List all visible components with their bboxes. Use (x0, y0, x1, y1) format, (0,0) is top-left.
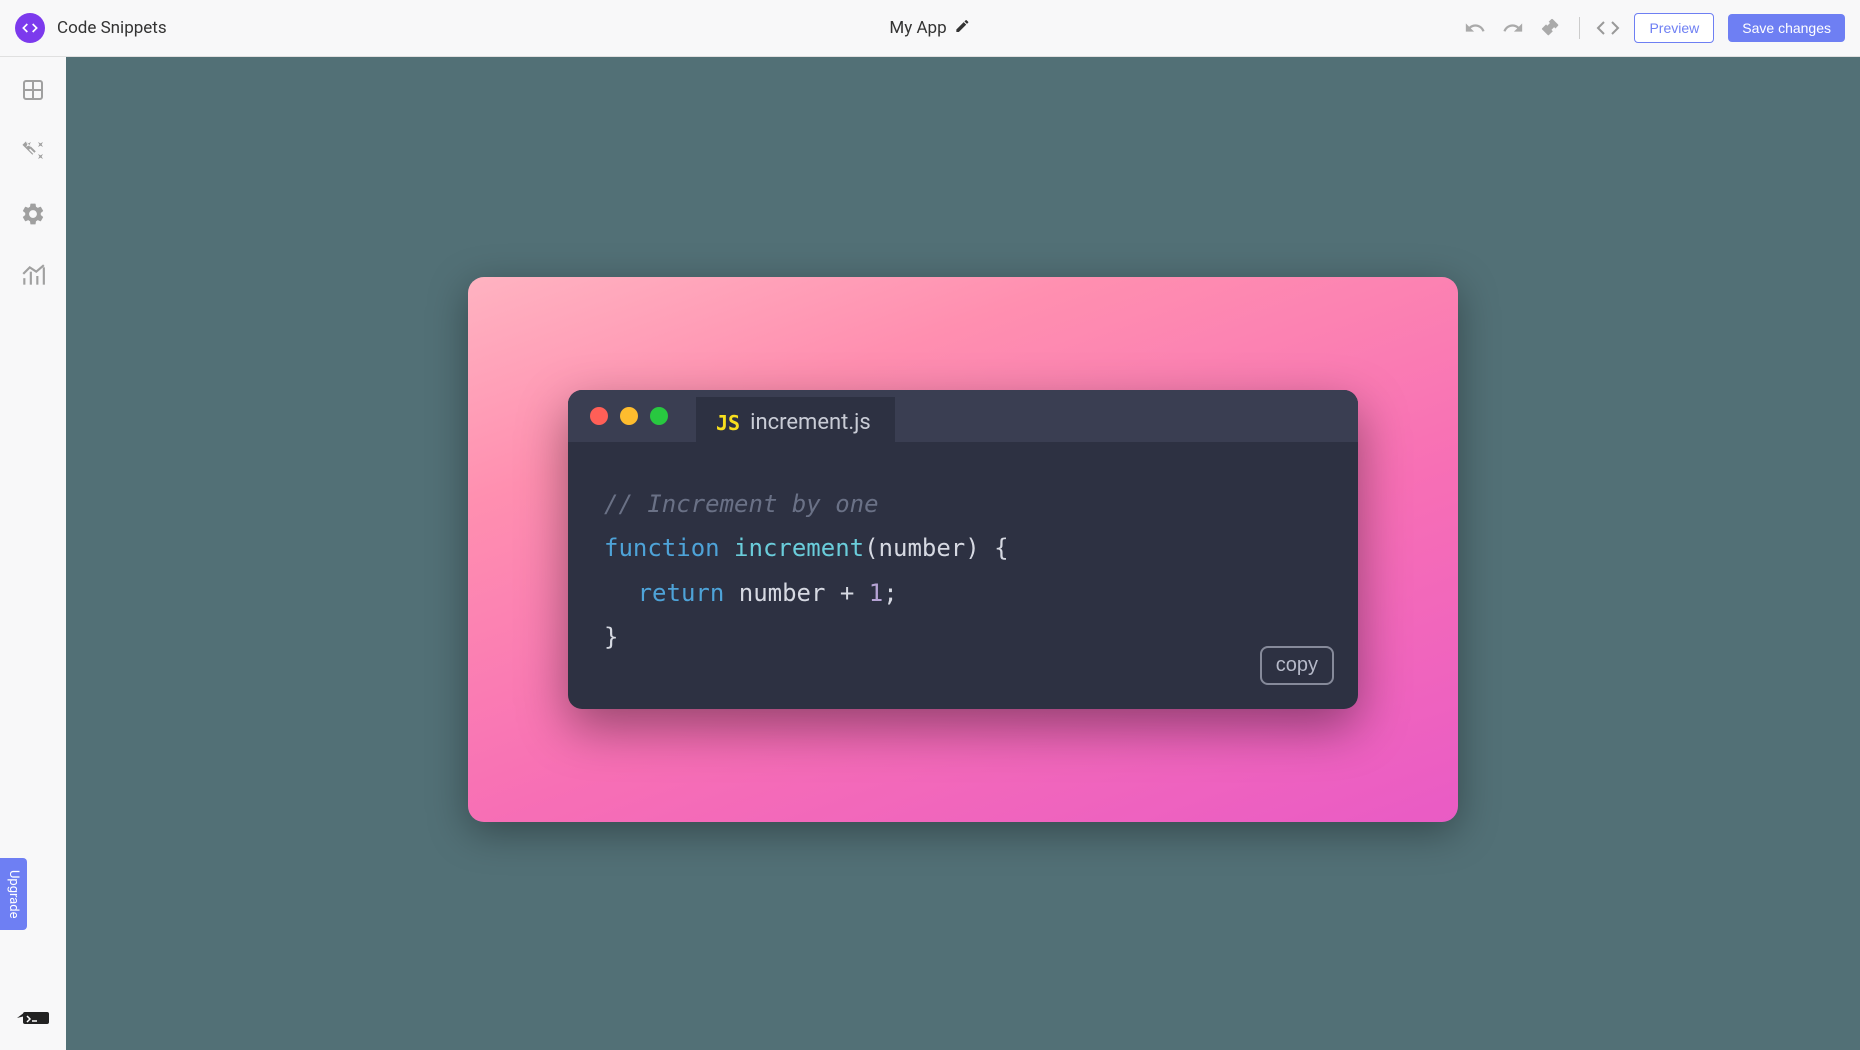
close-dot-icon (590, 407, 608, 425)
window-title-bar: JS increment.js (568, 390, 1358, 442)
upgrade-tab[interactable]: Upgrade (0, 858, 27, 930)
gear-icon[interactable] (20, 201, 46, 227)
redo-icon[interactable] (1501, 16, 1525, 40)
main-layout: Upgrade JS increment.js (0, 57, 1860, 1050)
code-line-close: } (604, 615, 1322, 659)
header-actions: Preview Save changes (1463, 13, 1845, 43)
app-name-group[interactable]: My App (889, 18, 970, 39)
code-body[interactable]: // Increment by one function increment(n… (568, 442, 1358, 710)
maximize-dot-icon (650, 407, 668, 425)
wand-icon[interactable] (20, 139, 46, 165)
save-button[interactable]: Save changes (1728, 14, 1845, 42)
snippet-card[interactable]: JS increment.js // Increment by one func… (468, 277, 1458, 822)
minimize-dot-icon (620, 407, 638, 425)
left-sidebar: Upgrade (0, 57, 66, 1050)
header-left: Code Snippets (15, 13, 167, 43)
canvas-area[interactable]: JS increment.js // Increment by one func… (66, 57, 1860, 1050)
js-badge-icon: JS (716, 411, 740, 435)
app-logo-icon[interactable] (15, 13, 45, 43)
copy-button[interactable]: copy (1260, 646, 1334, 685)
divider (1579, 17, 1580, 39)
code-line-func-decl: function increment(number) { (604, 526, 1322, 570)
code-line-comment: // Increment by one (604, 482, 1322, 526)
top-header: Code Snippets My App Preview Save change… (0, 0, 1860, 57)
code-view-icon[interactable] (1596, 16, 1620, 40)
code-line-return: return number + 1; (604, 571, 1322, 615)
hammer-icon[interactable] (1539, 16, 1563, 40)
file-name-label: increment.js (750, 410, 871, 435)
terminal-icon[interactable] (15, 1004, 51, 1030)
undo-icon[interactable] (1463, 16, 1487, 40)
analytics-icon[interactable] (20, 263, 46, 289)
app-name-label: My App (889, 18, 946, 38)
page-title: Code Snippets (57, 18, 167, 38)
preview-button[interactable]: Preview (1634, 13, 1714, 43)
edit-icon[interactable] (955, 18, 971, 39)
traffic-lights (590, 407, 668, 425)
tables-icon[interactable] (20, 77, 46, 103)
code-window: JS increment.js // Increment by one func… (568, 390, 1358, 710)
